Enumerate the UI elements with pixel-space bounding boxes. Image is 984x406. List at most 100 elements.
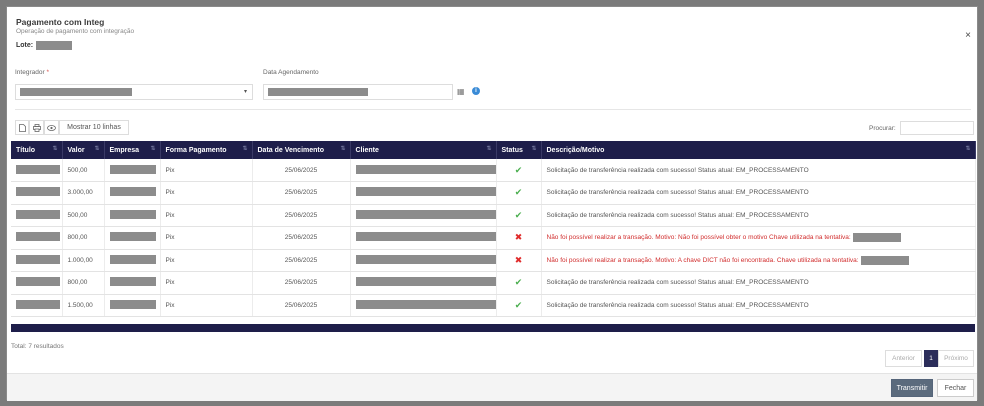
titulo-redacted xyxy=(16,299,60,309)
cell-data-vencimento-text: 25/06/2025 xyxy=(284,166,318,174)
cell-cliente xyxy=(350,226,497,250)
cell-valor: 1.000,00 xyxy=(62,249,105,272)
cell-status: ✔ xyxy=(496,294,542,317)
col-data-vencimento[interactable]: Data de Vencimento ⇅ xyxy=(252,141,351,159)
cell-data-vencimento-text: 25/06/2025 xyxy=(284,189,318,197)
show-rows-button[interactable]: Mostrar 10 linhas xyxy=(59,120,129,135)
integrador-select[interactable]: ▾ xyxy=(15,84,253,100)
col-valor[interactable]: Valor ⇅ xyxy=(62,141,105,159)
eye-icon xyxy=(47,124,56,131)
col-titulo[interactable]: Título ⇅ xyxy=(11,141,63,159)
cell-data-vencimento-text: 25/06/2025 xyxy=(284,279,318,287)
chave-redacted xyxy=(860,255,909,265)
col-empresa[interactable]: Empresa ⇅ xyxy=(104,141,161,159)
col-vencimento-label: Data de Vencimento xyxy=(257,146,325,154)
titulo-redacted xyxy=(16,277,60,287)
cell-status: ✔ xyxy=(496,204,542,227)
titulo-redacted xyxy=(16,232,60,242)
required-mark: * xyxy=(46,69,49,76)
table-row: 1.000,00 Pix 25/06/2025 ✖ Não foi possível r… xyxy=(11,249,976,272)
titulo-redacted xyxy=(16,254,60,264)
integrador-label-text: Integrador xyxy=(15,69,45,76)
file-icon xyxy=(18,123,26,132)
cell-empresa xyxy=(104,181,161,205)
col-forma-label: Forma Pagamento xyxy=(165,146,227,154)
cell-valor-text: 800,00 xyxy=(67,279,88,287)
cell-cliente xyxy=(350,204,497,227)
modal-header: Pagamento com Integ Operação de pagament… xyxy=(16,17,134,50)
cell-forma-pagamento-text: Pix xyxy=(165,234,175,242)
table-row: 500,00 Pix 25/06/2025 ✔ Solicitação de trans… xyxy=(11,159,976,182)
search-label: Procurar: xyxy=(869,125,896,132)
cell-forma-pagamento: Pix xyxy=(160,226,253,250)
cell-data-vencimento: 25/06/2025 xyxy=(252,204,351,227)
data-agendamento-input[interactable] xyxy=(263,84,453,100)
cell-descricao-text: Não foi possível realizar a transação. M… xyxy=(546,256,859,264)
col-descricao[interactable]: Descrição/Motivo ⇅ xyxy=(541,141,976,159)
search-input[interactable] xyxy=(900,121,974,135)
cell-valor: 1.500,00 xyxy=(62,294,105,317)
close-icon[interactable]: × xyxy=(965,30,971,41)
titulo-redacted xyxy=(16,209,60,219)
x-icon: ✖ xyxy=(514,254,523,265)
cell-cliente xyxy=(350,294,497,317)
col-titulo-label: Título xyxy=(16,146,36,154)
empresa-redacted xyxy=(109,254,156,264)
cell-empresa xyxy=(104,204,161,227)
date-value-redacted xyxy=(268,88,368,96)
cell-titulo xyxy=(11,181,63,205)
cell-data-vencimento-text: 25/06/2025 xyxy=(284,211,318,219)
cell-status: ✔ xyxy=(496,271,542,295)
pagination-next[interactable]: Próximo xyxy=(938,350,974,367)
empresa-redacted xyxy=(109,277,156,287)
calendar-icon[interactable]: ▦ xyxy=(457,87,465,96)
check-icon: ✔ xyxy=(514,299,523,310)
cell-valor-text: 500,00 xyxy=(67,166,88,174)
pagination-prev[interactable]: Anterior xyxy=(885,350,922,367)
cell-forma-pagamento-text: Pix xyxy=(165,166,175,174)
cell-descricao-text: Solicitação de transferência realizada c… xyxy=(546,189,809,197)
cell-descricao: Não foi possível realizar a transação. M… xyxy=(541,249,976,272)
cell-valor: 500,00 xyxy=(62,159,105,182)
cell-empresa xyxy=(104,159,161,182)
close-button[interactable]: Fechar xyxy=(937,379,974,397)
cell-descricao-text: Solicitação de transferência realizada c… xyxy=(546,166,809,174)
cell-descricao: Solicitação de transferência realizada c… xyxy=(541,271,976,295)
column-visibility-button[interactable] xyxy=(44,120,59,135)
table-row: 800,00 Pix 25/06/2025 ✖ Não foi possível rea… xyxy=(11,226,976,250)
export-excel-button[interactable] xyxy=(15,120,29,135)
col-cliente[interactable]: Cliente ⇅ xyxy=(350,141,497,159)
table-header-row: Título ⇅ Valor ⇅ Empresa ⇅ Forma Pagamento ⇅… xyxy=(11,141,976,159)
cell-data-vencimento-text: 25/06/2025 xyxy=(284,301,318,309)
sort-icon: ⇅ xyxy=(486,146,492,152)
cell-titulo xyxy=(11,226,63,250)
check-icon: ✔ xyxy=(514,277,523,288)
info-icon[interactable]: i xyxy=(472,87,480,95)
transmit-button[interactable]: Transmitir xyxy=(891,379,933,397)
cell-valor-text: 1.500,00 xyxy=(67,301,93,309)
col-status[interactable]: Status ⇅ xyxy=(496,141,542,159)
results-table: Título ⇅ Valor ⇅ Empresa ⇅ Forma Pagamento ⇅… xyxy=(11,141,976,317)
cell-status: ✖ xyxy=(496,249,542,272)
print-button[interactable] xyxy=(29,120,44,135)
cell-cliente xyxy=(350,159,497,182)
cell-forma-pagamento: Pix xyxy=(160,294,253,317)
pagination-page-1[interactable]: 1 xyxy=(924,350,938,367)
cell-titulo xyxy=(11,271,63,295)
empresa-redacted xyxy=(109,187,156,197)
divider xyxy=(15,109,971,110)
cell-valor: 3.000,00 xyxy=(62,181,105,205)
cell-valor: 800,00 xyxy=(62,271,105,295)
col-forma-pagamento[interactable]: Forma Pagamento ⇅ xyxy=(160,141,253,159)
cell-forma-pagamento: Pix xyxy=(160,249,253,272)
table-footer-bar xyxy=(11,323,975,332)
cell-forma-pagamento-text: Pix xyxy=(165,256,175,264)
cliente-redacted xyxy=(355,277,496,287)
cell-valor-text: 3.000,00 xyxy=(67,189,93,197)
cell-forma-pagamento-text: Pix xyxy=(165,211,175,219)
cell-titulo xyxy=(11,294,63,317)
cell-descricao-text: Não foi possível realizar a transação. M… xyxy=(546,234,851,242)
cell-forma-pagamento: Pix xyxy=(160,181,253,205)
cell-forma-pagamento-text: Pix xyxy=(165,301,175,309)
col-cliente-label: Cliente xyxy=(355,146,379,154)
